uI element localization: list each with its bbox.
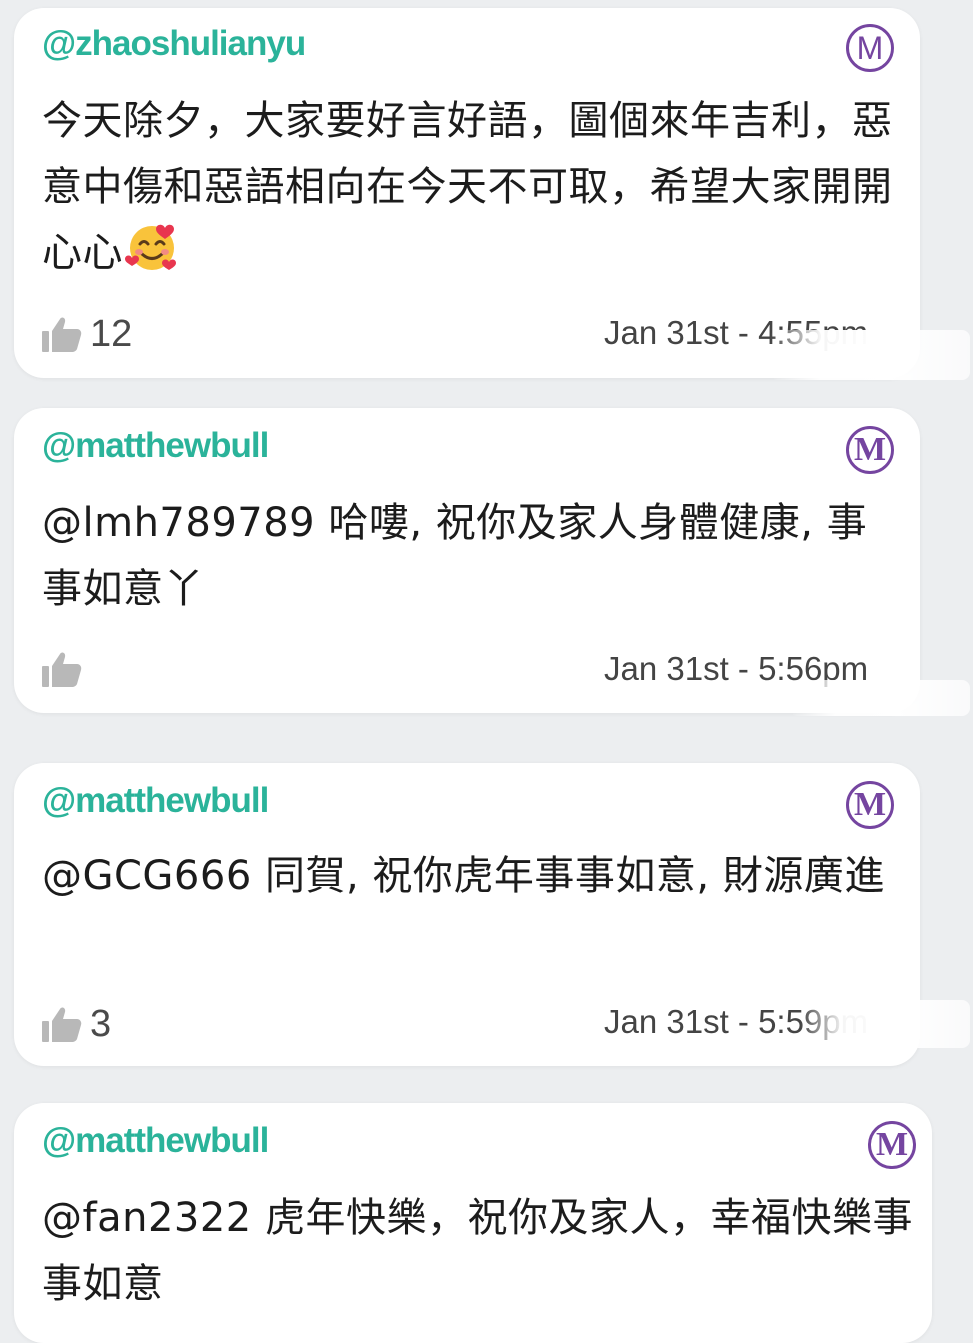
thumbs-up-icon <box>42 316 82 354</box>
thumbs-up-icon <box>42 651 82 689</box>
m-badge-icon: M <box>868 1121 916 1169</box>
comment-card: @matthewbull M @fan2322 虎年快樂，祝你及家人，幸福快樂事… <box>14 1103 932 1343</box>
comment-timestamp: Jan 31st - 5:59pm <box>604 1003 869 1040</box>
comment-text: @lmh789789 哈嘍, 祝你及家人身體健康, 事事如意丫 <box>42 500 868 612</box>
like-button[interactable]: 3 <box>42 1003 111 1046</box>
smiling-face-with-hearts-icon <box>125 222 179 292</box>
comment-username[interactable]: @matthewbull <box>42 781 269 821</box>
comment-username[interactable]: @zhaoshulianyu <box>42 24 306 64</box>
m-badge-icon: M <box>846 781 894 829</box>
comment-card: @matthewbull M @lmh789789 哈嘍, 祝你及家人身體健康,… <box>14 408 920 713</box>
m-badge-icon: M <box>846 426 894 474</box>
like-count: 12 <box>90 313 133 355</box>
like-count: 3 <box>90 1003 112 1045</box>
thumbs-up-icon <box>42 1006 82 1044</box>
comment-text: @GCG666 同賀, 祝你虎年事事如意, 財源廣進 <box>42 853 885 899</box>
comment-timestamp: Jan 31st - 5:56pm <box>604 650 869 687</box>
comment-card: @matthewbull M @GCG666 同賀, 祝你虎年事事如意, 財源廣… <box>14 763 920 1066</box>
comment-card: @zhaoshulianyu M 今天除夕，大家要好言好語，圖個來年吉利，惡意中… <box>14 8 920 378</box>
comment-username[interactable]: @matthewbull <box>42 426 269 466</box>
comment-username[interactable]: @matthewbull <box>42 1121 269 1161</box>
like-button[interactable] <box>42 651 82 689</box>
comment-timestamp: Jan 31st - 4:55pm <box>604 314 869 351</box>
comment-text: @fan2322 虎年快樂，祝你及家人，幸福快樂事事如意 <box>42 1195 913 1307</box>
like-button[interactable]: 12 <box>42 313 132 356</box>
m-badge-icon: M <box>846 24 894 72</box>
comment-text: 今天除夕，大家要好言好語，圖個來年吉利，惡意中傷和惡語相向在今天不可取，希望大家… <box>42 88 894 292</box>
